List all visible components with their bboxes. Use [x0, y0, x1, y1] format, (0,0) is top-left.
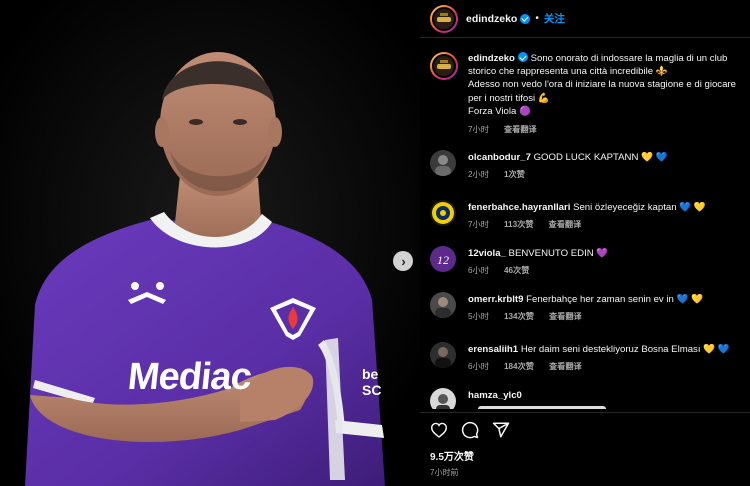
- action-icons: [430, 421, 750, 439]
- comment-translate-link[interactable]: 查看翻译: [549, 360, 582, 372]
- comment-time: 5小时: [468, 312, 489, 321]
- comment-text: erensaliih1 Her daim seni destekliyoruz …: [468, 344, 738, 356]
- post-actions: 9.5万次赞 7小时前: [420, 412, 750, 486]
- comment-preview-bar: [478, 406, 606, 409]
- like-count[interactable]: 9.5万次赞: [430, 448, 750, 463]
- comment-likes[interactable]: 184次赞: [504, 360, 534, 372]
- comment-username[interactable]: erensaliih1: [468, 344, 518, 355]
- commenter-avatar-image: 12: [430, 246, 456, 272]
- comment-text: hamza_ylc0: [468, 390, 738, 402]
- comment-likes[interactable]: 46次赞: [504, 264, 529, 276]
- comment-body: GOOD LUCK KAPTANN 💛 💙: [533, 152, 668, 163]
- comment-meta: 5小时 134次赞 查看翻译: [468, 310, 582, 322]
- caption-translate-link[interactable]: 查看翻译: [504, 123, 537, 135]
- verified-badge-icon: [520, 13, 531, 24]
- comment-meta: 7小时 113次赞 查看翻译: [468, 218, 581, 230]
- commenter-avatar-image: [430, 200, 456, 226]
- commenter-avatar-image: [430, 292, 456, 318]
- commenter-avatar[interactable]: [430, 292, 456, 318]
- post-viewer: Mediac be SC › edindzeko • 关注 edindzeko …: [0, 0, 750, 486]
- author-username[interactable]: edindzeko: [466, 13, 517, 25]
- next-arrow-icon: ›: [401, 253, 406, 269]
- comment-body: Seni özleyeceğiz kaptan 💙 💛: [573, 202, 706, 213]
- jersey-sponsor-right: be SC: [362, 366, 382, 398]
- commenter-avatar[interactable]: 12: [430, 246, 456, 272]
- caption-line-2: Adesso non vedo l'ora di iniziare la nuo…: [468, 79, 736, 104]
- post-timestamp: 7小时前: [430, 468, 459, 477]
- caption-text: edindzeko Sono onorato di indossare la m…: [468, 52, 740, 118]
- comment-username[interactable]: omerr.krblt9: [468, 294, 523, 305]
- commenter-avatar[interactable]: [430, 150, 456, 176]
- comment-translate-link[interactable]: 查看翻译: [549, 310, 582, 322]
- comments-scroll-area[interactable]: edindzeko Sono onorato di indossare la m…: [420, 46, 750, 409]
- post-header: edindzeko • 关注: [420, 0, 750, 38]
- comment-text: omerr.krblt9 Fenerbahçe her zaman senin …: [468, 294, 738, 306]
- comment-likes[interactable]: 1次赞: [504, 168, 525, 180]
- heart-icon[interactable]: [430, 422, 448, 438]
- comment-body: Fenerbahçe her zaman senin ev in 💙 💛: [526, 294, 704, 305]
- comment-body: Her daim seni destekliyoruz Bosna Elması…: [520, 344, 730, 355]
- comment-body: BENVENUTO EDIN 💜: [508, 248, 609, 259]
- comment-meta: 6小时 184次赞 查看翻译: [468, 360, 582, 372]
- comment-username[interactable]: fenerbahce.hayranllari: [468, 202, 570, 213]
- post-side-panel: edindzeko • 关注 edindzeko Sono onorato di…: [420, 0, 750, 486]
- author-avatar[interactable]: [430, 4, 458, 33]
- comment-text: olcanbodur_7 GOOD LUCK KAPTANN 💛 💙: [468, 152, 738, 164]
- share-icon[interactable]: [492, 421, 510, 439]
- separator-dot: •: [535, 13, 539, 24]
- commenter-avatar[interactable]: [430, 388, 456, 409]
- commenter-avatar[interactable]: [430, 342, 456, 368]
- comment-text: fenerbahce.hayranllari Seni özleyeceğiz …: [468, 202, 738, 214]
- comment-likes[interactable]: 134次赞: [504, 310, 534, 322]
- caption-time: 7小时: [468, 125, 489, 135]
- post-photo[interactable]: Mediac be SC ›: [0, 0, 420, 486]
- comment-username[interactable]: olcanbodur_7: [468, 152, 531, 163]
- comment-time: 2小时: [468, 170, 489, 179]
- comment-likes[interactable]: 113次赞: [504, 218, 534, 230]
- commenter-avatar-image: [430, 388, 456, 409]
- comment-translate-link[interactable]: 查看翻译: [549, 218, 582, 230]
- comment-text: 12viola_ BENVENUTO EDIN 💜: [468, 248, 738, 260]
- comment-username[interactable]: 12viola_: [468, 248, 506, 259]
- comment-time: 6小时: [468, 266, 489, 275]
- commenter-avatar-image: [430, 150, 456, 176]
- comment-username[interactable]: hamza_ylc0: [468, 390, 522, 401]
- comment-time: 7小时: [468, 220, 489, 229]
- caption-verified-badge-icon: [517, 52, 528, 62]
- caption-username[interactable]: edindzeko: [468, 53, 515, 64]
- follow-button[interactable]: 关注: [544, 11, 565, 26]
- post-caption: edindzeko Sono onorato di indossare la m…: [420, 52, 750, 135]
- next-photo-button[interactable]: ›: [393, 251, 413, 271]
- player-photo: [0, 0, 420, 486]
- comment-time: 6小时: [468, 362, 489, 371]
- commenter-avatar-image: [430, 342, 456, 368]
- caption-line-3: Forza Viola 🟣: [468, 105, 531, 117]
- comment-icon[interactable]: [461, 421, 479, 439]
- caption-meta: 7小时 查看翻译: [468, 123, 740, 135]
- comment-meta: 6小时 46次赞: [468, 264, 529, 276]
- caption-avatar-image: [434, 56, 454, 76]
- comment-meta: 2小时 1次赞: [468, 168, 525, 180]
- author-avatar-image: [434, 8, 454, 29]
- svg-text:12: 12: [437, 253, 449, 267]
- caption-author-avatar[interactable]: [430, 52, 458, 80]
- commenter-avatar[interactable]: [430, 200, 456, 226]
